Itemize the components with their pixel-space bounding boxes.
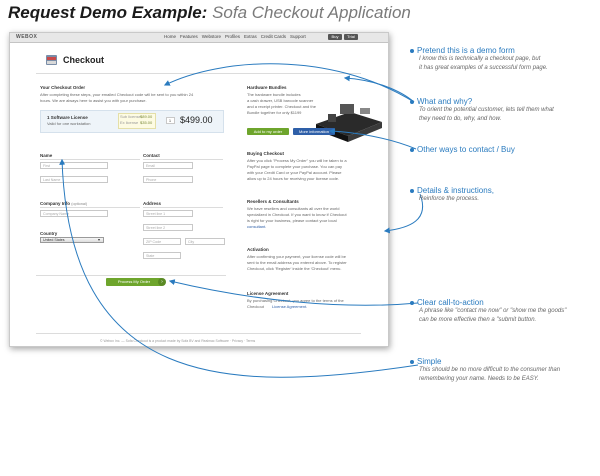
annotation-desc-1: Reinforce the process. (419, 196, 480, 202)
annotation-desc-2: remembering your name. Needs to be EASY. (419, 375, 539, 382)
arrow-demo-form (343, 75, 415, 103)
annotation-demo-form: Pretend this is a demo form I know this … (410, 46, 548, 72)
annotation-desc-2: can be more effective then a "submit but… (419, 316, 537, 323)
bullet-icon (410, 188, 414, 193)
annotation-cta: Clear call-to-action A phrase like "cont… (410, 298, 566, 324)
arrow-other-ways (328, 128, 417, 150)
annotation-details: Details & instructions, Reinforce the pr… (410, 186, 494, 204)
annotation-desc-1: To orient the potential customer, lets t… (419, 107, 554, 113)
annotation-other-ways: Other ways to contact / Buy (410, 145, 515, 154)
bullet-icon (410, 99, 414, 104)
bullet-icon (410, 359, 414, 364)
annotation-desc-1: This should be no more difficult to the … (419, 367, 561, 373)
annotation-desc-2: they need to do, why, and how. (419, 115, 502, 122)
annotation-desc-2: it has great examples of a successful fo… (419, 64, 548, 71)
annotation-title: Simple (417, 357, 442, 366)
bullet-icon (410, 300, 414, 305)
annotation-title: Pretend this is a demo form (417, 46, 515, 55)
annotation-title: Details & instructions, (417, 186, 494, 195)
arrow-simple (59, 158, 419, 378)
arrow-cta (168, 279, 419, 306)
annotation-title: What and why? (417, 97, 473, 106)
annotation-title: Clear call-to-action (417, 298, 484, 307)
annotation-desc-1: I know this is technically a checkout pa… (419, 56, 541, 62)
annotation-desc-1: A phrase like "contact me now" or "show … (419, 308, 567, 314)
annotation-what-why: What and why? To orient the potential cu… (410, 97, 554, 123)
bullet-icon (410, 48, 414, 53)
bullet-icon (410, 147, 414, 152)
annotation-simple: Simple This should be no more difficult … (410, 357, 560, 383)
annotation-title: Other ways to contact / Buy (417, 145, 515, 154)
